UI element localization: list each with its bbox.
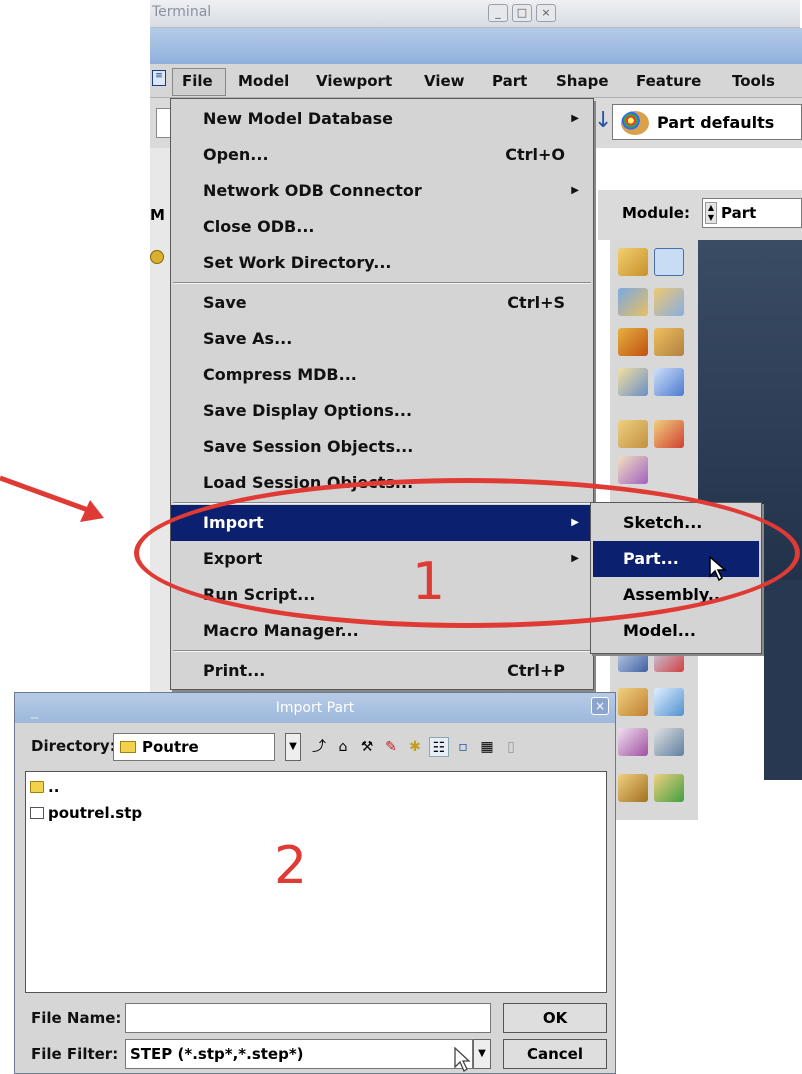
create-part-icon[interactable] [618,248,648,276]
virtual-topology-icon[interactable] [618,728,648,756]
spinner-icon[interactable]: ▲ ▼ [705,202,717,224]
palette-icon [621,111,649,135]
part-manager-icon[interactable] [654,248,684,276]
module-select[interactable]: ▲ ▼ Part [702,198,802,228]
menu-item-network-odb-connector[interactable]: Network ODB Connector ▶ [171,173,593,209]
module-bar: Module: ▲ ▼ Part [598,190,802,240]
menu-item-compress-mdb[interactable]: Compress MDB... [171,357,593,393]
annotation-step-1: 1 [412,552,446,612]
app-menu-icon[interactable]: ≡ [152,70,166,86]
directory-combo[interactable]: Poutre [113,733,275,761]
menu-shape[interactable]: Shape [556,72,609,90]
part-icon[interactable] [618,774,648,802]
file-list[interactable]: .. poutrel.stp 2 [25,771,607,993]
tools-icon[interactable] [654,728,684,756]
solid-extrude-icon[interactable] [618,288,648,316]
file-name-label: File Name: [31,1009,122,1027]
maximize-icon[interactable]: □ [512,4,532,22]
solid-icon[interactable] [618,368,648,396]
directory-label: Directory: [31,737,116,755]
file-filter-select[interactable]: STEP (*.stp*,*.step*) [125,1039,473,1069]
close-icon[interactable]: × [536,4,556,22]
dialog-title: Import Part [275,700,355,716]
minimize-icon[interactable]: _ [31,703,38,719]
chevron-down-icon[interactable]: ▼ [473,1039,491,1069]
wire-icon[interactable] [618,328,648,356]
list-item[interactable]: poutrel.stp [30,804,142,822]
datum-point-icon[interactable] [618,420,648,448]
menu-feature[interactable]: Feature [636,72,701,90]
shell-extrude-icon[interactable] [654,288,684,316]
submenu-arrow-icon: ▶ [571,185,579,196]
partition-icon[interactable] [654,368,684,396]
menu-file[interactable]: File [182,72,213,90]
up-folder-icon[interactable]: ⤴ [309,737,329,757]
terminal-titlebar: Terminal _ □ × [150,0,800,28]
submenu-arrow-icon: ▶ [571,113,579,124]
menu-viewport[interactable]: Viewport [316,72,392,90]
close-icon[interactable]: × [591,697,609,715]
annotation-ellipse [134,478,800,628]
cut-extrude-icon[interactable] [654,328,684,356]
menu-item-save-display-options[interactable]: Save Display Options... [171,393,593,429]
menu-separator [173,282,591,284]
minimize-icon[interactable]: _ [488,4,508,22]
edit-feature-icon[interactable] [618,456,648,484]
directory-value: Poutre [142,738,199,756]
menu-item-save-as[interactable]: Save As... [171,321,593,357]
dialog-titlebar[interactable]: Import Part [15,693,615,723]
part-defaults-combo[interactable]: Part defaults [612,104,802,140]
file-filter-label: File Filter: [31,1045,119,1063]
list-item[interactable]: .. [30,778,59,796]
module-label: Module: [622,204,690,222]
detail-view-icon[interactable]: ▦ [477,737,497,757]
new-folder-icon[interactable]: ✱ [405,737,425,757]
cancel-button[interactable]: Cancel [503,1039,607,1069]
file-icon [30,807,44,819]
home-icon[interactable]: ⌂ [333,737,353,757]
file-name-input[interactable] [125,1003,491,1033]
chevron-down-icon[interactable]: ▼ [285,733,301,761]
menu-item-set-work-directory[interactable]: Set Work Directory... [171,245,593,281]
menu-item-close-odb[interactable]: Close ODB... [171,209,593,245]
bookmark-icon[interactable]: ✎ [381,737,401,757]
annotation-arrow [0,475,104,522]
menu-item-new-model-database[interactable]: New Model Database ▶ [171,101,593,137]
assembly-icon[interactable] [654,774,684,802]
menu-part[interactable]: Part [492,72,527,90]
query-icon[interactable] [654,688,684,716]
database-icon[interactable] [150,250,164,264]
folder-icon [30,781,44,793]
app-titlebar [150,28,802,64]
folder-icon [120,741,136,753]
menu-separator [173,650,591,652]
mouse-cursor-icon [454,1047,471,1072]
icon-view-icon[interactable]: ▫ [453,737,473,757]
menu-view[interactable]: View [424,72,465,90]
module-value: Part [721,204,757,222]
menu-item-save-session-objects[interactable]: Save Session Objects... [171,429,593,465]
menu-item-save[interactable]: Save Ctrl+S [171,285,593,321]
ok-button[interactable]: OK [503,1003,607,1033]
list-view-icon[interactable]: ☷ [429,737,449,757]
part-defaults-label: Part defaults [657,113,775,132]
hammer-icon[interactable]: ⚒ [357,737,377,757]
datum-axis-icon[interactable] [654,420,684,448]
menu-item-print[interactable]: Print... Ctrl+P [171,653,593,689]
viewport-lower[interactable] [764,580,802,780]
repair-icon[interactable] [618,688,648,716]
down-arrow-icon[interactable]: ↓ [594,108,612,133]
menu-tools[interactable]: Tools [732,72,775,90]
menu-model[interactable]: Model [238,72,289,90]
import-part-dialog: Import Part _ × Directory: Poutre ▼ ⤴ ⌂ … [14,692,616,1074]
panel-tab-label: M [150,206,165,224]
annotation-step-2: 2 [274,836,308,896]
terminal-title: Terminal [152,4,212,20]
menu-item-open[interactable]: Open... Ctrl+O [171,137,593,173]
hidden-files-icon[interactable]: ▯ [501,737,521,757]
